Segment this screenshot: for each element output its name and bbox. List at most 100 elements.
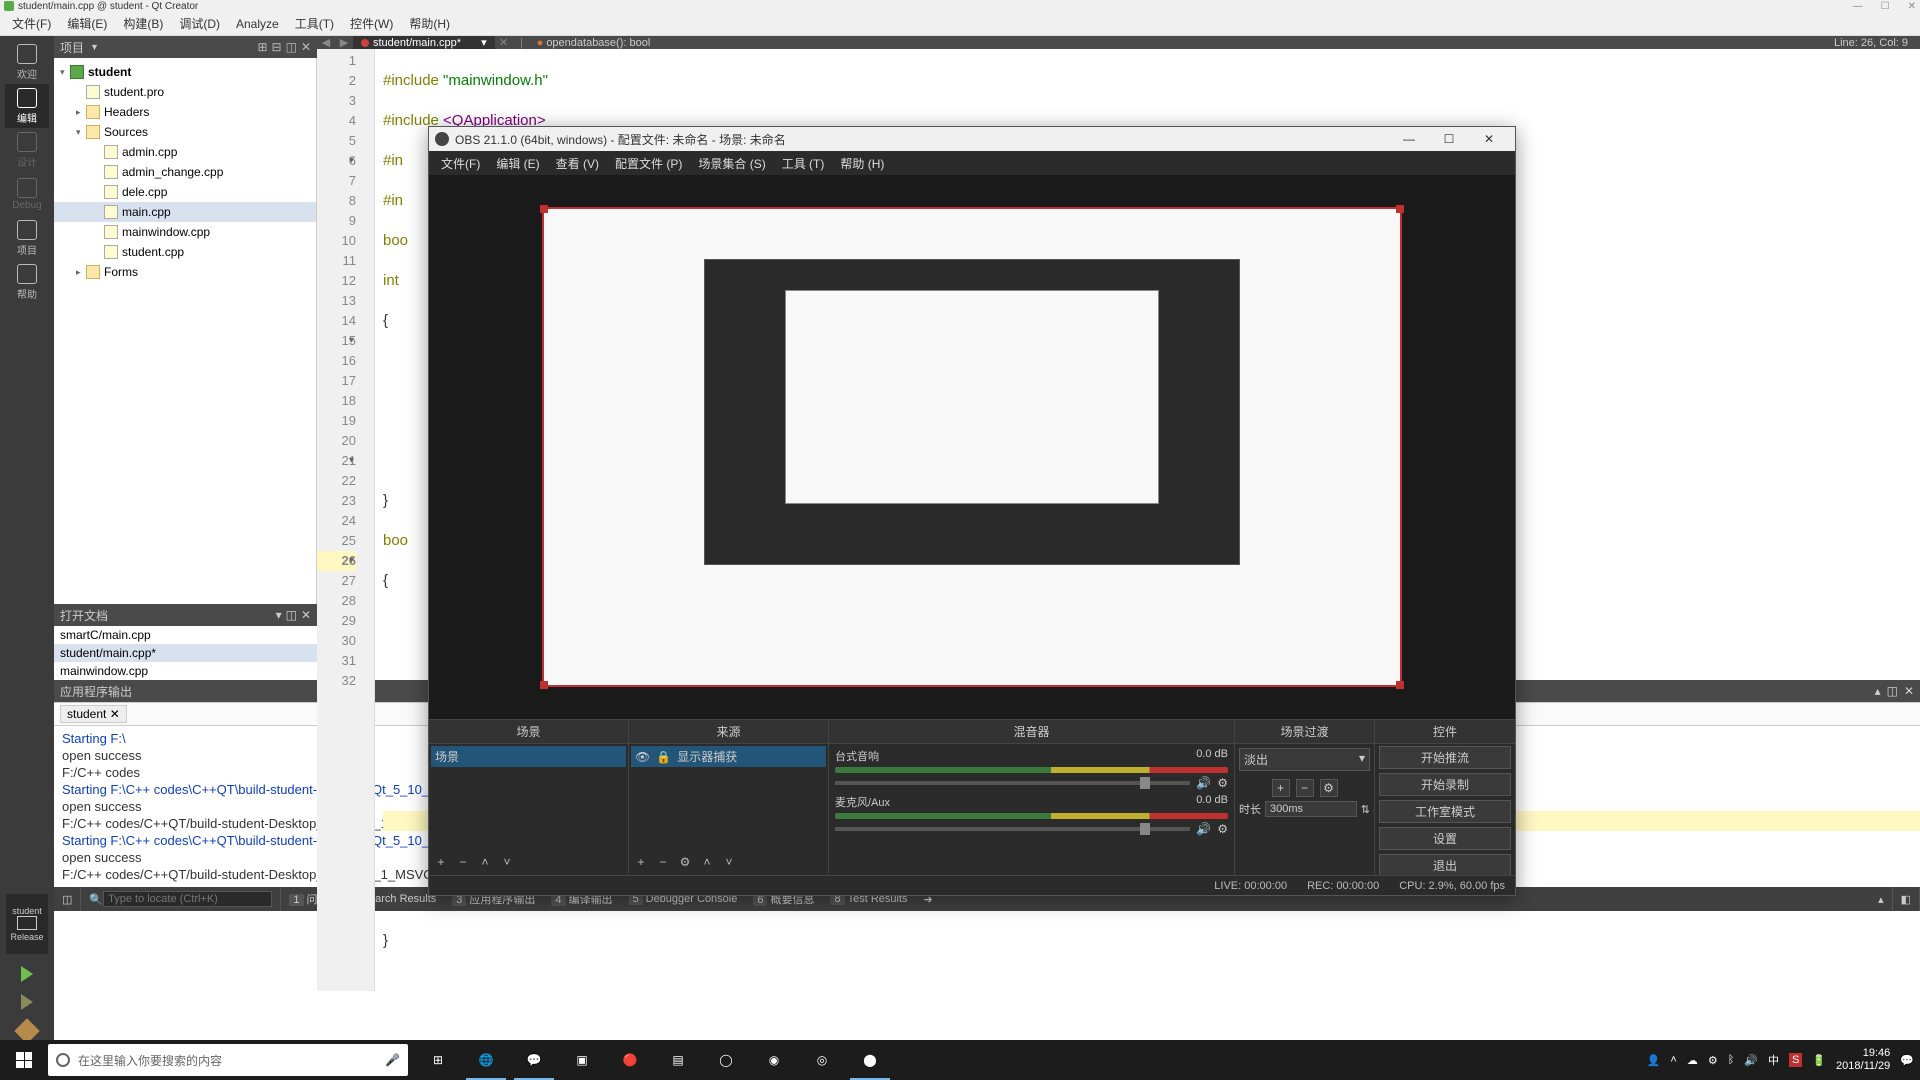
start-streaming-button[interactable]: 开始推流 [1379,746,1511,769]
mic-icon[interactable]: 🎤 [385,1053,400,1067]
gear-icon[interactable]: ⚙ [1217,822,1228,836]
tree-src-item[interactable]: dele.cpp [54,182,316,202]
tree-sources[interactable]: ▾Sources [54,122,316,142]
obs-minimize-button[interactable]: — [1389,132,1429,146]
close-pane-icon[interactable]: ✕ [301,608,311,622]
scene-up-button[interactable]: ˄ [477,855,493,871]
resize-handle-icon[interactable] [1396,681,1404,689]
obs-menu-profile[interactable]: 配置文件 (P) [607,155,690,172]
taskbar-app-todesk[interactable]: 🔴 [606,1040,654,1080]
mode-debug[interactable]: Debug [5,172,49,216]
locator-search[interactable]: 🔍 [81,887,281,911]
tray-sogou-icon[interactable]: S [1789,1053,1802,1067]
obs-menubar[interactable]: 文件(F) 编辑 (E) 查看 (V) 配置文件 (P) 场景集合 (S) 工具… [429,151,1515,175]
tree-src-item[interactable]: admin.cpp [54,142,316,162]
source-settings-button[interactable]: ⚙ [677,855,693,871]
project-pane-header[interactable]: 项目▼ ⊞ ⊟ ◫ ✕ [54,36,317,58]
obs-maximize-button[interactable]: ☐ [1429,132,1469,146]
qt-menubar[interactable]: 文件(F) 编辑(E) 构建(B) 调试(D) Analyze 工具(T) 控件… [0,12,1920,36]
tray-cloud-icon[interactable]: ☁ [1687,1054,1698,1067]
obs-preview[interactable] [429,175,1515,719]
duration-input[interactable]: 300ms [1265,801,1357,817]
mode-projects[interactable]: 项目 [5,216,49,260]
symbol-breadcrumb[interactable]: ● opendatabase(): bool [531,37,657,49]
menu-analyze[interactable]: Analyze [228,17,287,31]
volume-slider[interactable] [835,781,1190,785]
tray-battery-icon[interactable]: 🔋 [1812,1054,1826,1067]
scenes-list[interactable]: 场景 [429,744,628,851]
tray-ime-icon[interactable]: 中 [1768,1052,1779,1068]
tray-volume-icon[interactable]: 🔊 [1744,1054,1758,1067]
tray-bluetooth-icon[interactable]: ᛒ [1728,1054,1735,1066]
add-source-button[interactable]: + [633,855,649,871]
menu-file[interactable]: 文件(F) [4,15,59,32]
taskbar-app-misc[interactable]: ◉ [750,1040,798,1080]
mode-edit[interactable]: 编辑 [5,84,49,128]
tray-people-icon[interactable]: 👤 [1647,1054,1661,1067]
editor-file-selector[interactable]: student/main.cpp*▾ [353,36,495,49]
obs-close-button[interactable]: ✕ [1469,132,1509,146]
open-doc-item-active[interactable]: student/main.cpp* [54,644,317,662]
tree-src-item-active[interactable]: main.cpp [54,202,316,222]
taskbar-app-obs[interactable]: ⬤ [846,1040,894,1080]
task-view-icon[interactable]: ⊞ [414,1040,462,1080]
close-doc-icon[interactable]: ✕ [495,36,513,49]
menu-edit[interactable]: 编辑(E) [59,15,115,32]
add-transition-button[interactable]: + [1272,779,1290,797]
speaker-icon[interactable]: 🔊 [1196,822,1211,836]
settings-button[interactable]: 设置 [1379,827,1511,850]
menu-debug[interactable]: 调试(D) [171,15,228,32]
source-down-button[interactable]: ˅ [721,855,737,871]
obs-menu-file[interactable]: 文件(F) [433,155,488,172]
sync-icon[interactable]: ⊟ [272,40,282,54]
nav-fwd-icon[interactable]: ▶ [335,36,353,49]
obs-menu-help[interactable]: 帮助 (H) [832,155,892,172]
taskbar-app-wechat[interactable]: 💬 [510,1040,558,1080]
filter-icon[interactable]: ▾ [276,608,282,622]
qt-maximize-button[interactable]: ☐ [1881,1,1890,12]
tree-src-item[interactable]: mainwindow.cpp [54,222,316,242]
fold-icon[interactable]: ▾ [349,551,354,571]
add-scene-button[interactable]: + [433,855,449,871]
open-docs-header[interactable]: 打开文档 ▾◫✕ [54,604,317,626]
qt-close-button[interactable]: ✕ [1908,1,1916,12]
taskbar-app-flash[interactable]: ▤ [654,1040,702,1080]
tree-pro-file[interactable]: student.pro [54,82,316,102]
resize-handle-icon[interactable] [1396,205,1404,213]
volume-slider[interactable] [835,827,1190,831]
tree-src-item[interactable]: student.cpp [54,242,316,262]
lock-icon[interactable]: 🔒 [656,750,671,764]
close-pane-icon[interactable]: ✕ [301,40,311,54]
spinner-icon[interactable]: ⇅ [1361,803,1370,816]
tree-project-root[interactable]: ▾student [54,62,316,82]
tree-src-item[interactable]: admin_change.cpp [54,162,316,182]
fold-icon[interactable]: ▾ [349,451,354,471]
run-target-selector[interactable]: student Release [6,894,48,954]
exit-button[interactable]: 退出 [1379,854,1511,877]
tray-notifications-icon[interactable]: 💬 [1900,1054,1914,1067]
taskbar-app-misc2[interactable]: ◎ [798,1040,846,1080]
mode-design[interactable]: 设计 [5,128,49,172]
open-doc-item[interactable]: mainwindow.cpp [54,662,317,680]
fold-icon[interactable]: ▾ [349,331,354,351]
obs-menu-scenecol[interactable]: 场景集合 (S) [690,155,773,172]
eye-icon[interactable]: 👁 [635,750,650,764]
menu-tools[interactable]: 工具(T) [287,15,342,32]
gear-icon[interactable]: ⚙ [1217,776,1228,790]
scene-item[interactable]: 场景 [431,746,626,767]
run-button[interactable] [21,966,33,982]
taskbar-search[interactable]: 在这里输入你要搜索的内容 🎤 [48,1044,408,1076]
qt-minimize-button[interactable]: — [1853,1,1863,12]
open-docs-list[interactable]: smartC/main.cpp student/main.cpp* mainwi… [54,626,317,680]
mode-welcome[interactable]: 欢迎 [5,40,49,84]
source-item[interactable]: 👁 🔒 显示器捕获 [631,746,826,767]
remove-scene-button[interactable]: − [455,855,471,871]
start-recording-button[interactable]: 开始录制 [1379,773,1511,796]
status-toggle-icon[interactable]: ◫ [54,887,81,911]
nav-back-icon[interactable]: ◀ [317,36,335,49]
scene-down-button[interactable]: ˅ [499,855,515,871]
tray-network-icon[interactable]: ⚙ [1708,1054,1718,1067]
fold-icon[interactable]: ▾ [349,151,354,171]
resize-handle-icon[interactable] [540,205,548,213]
project-tree[interactable]: ▾student student.pro ▸Headers ▾Sources a… [54,58,317,604]
